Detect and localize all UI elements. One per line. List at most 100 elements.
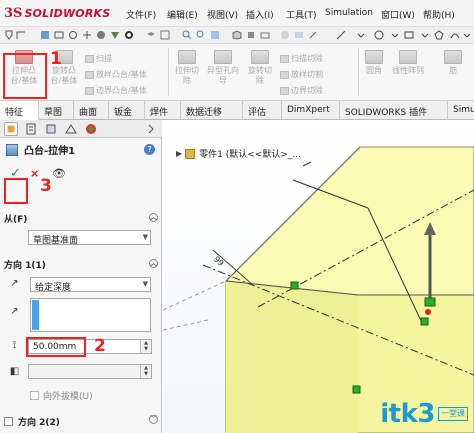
lofted-cut-button[interactable]: 放样切割 <box>280 69 323 80</box>
tab-data-migration[interactable]: 数据迁移 <box>181 101 243 120</box>
tab-dimxpert[interactable]: DimXpert <box>282 101 340 120</box>
sweep-button[interactable]: 扫描 <box>85 53 112 64</box>
pin-icon[interactable] <box>4 30 14 40</box>
zoom-icon[interactable] <box>182 30 192 40</box>
fillet-button[interactable]: 圆角 <box>361 48 387 76</box>
drag-handle[interactable] <box>290 281 299 290</box>
draft-outward-checkbox[interactable] <box>30 391 39 400</box>
boundary-boss-button[interactable]: 边界凸台/基体 <box>85 85 147 96</box>
preview-eye-icon[interactable]: 👁 <box>52 167 66 180</box>
display-manager-icon[interactable] <box>84 122 98 136</box>
side-face[interactable] <box>226 281 358 433</box>
drag-handle[interactable] <box>420 317 429 326</box>
draft-angle-input[interactable]: ▲ ▼ <box>28 364 152 379</box>
model-viewport[interactable]: 99 <box>163 120 474 433</box>
menu-tools[interactable]: 工具(T) <box>286 8 317 21</box>
direction-selection-box[interactable] <box>30 298 151 332</box>
menu-insert[interactable]: 插入(I) <box>246 8 274 21</box>
feature-title-text: 凸台-拉伸1 <box>24 146 76 157</box>
appearance-icon[interactable] <box>110 30 120 40</box>
menu-help[interactable]: 帮助(H) <box>423 8 455 21</box>
tab-features[interactable]: 特征 <box>0 101 39 120</box>
tab-sketch[interactable]: 草图 <box>39 101 74 120</box>
dropdown-icon[interactable] <box>390 30 400 40</box>
help-icon[interactable]: ? <box>144 144 155 155</box>
menu-simulation[interactable]: Simulation <box>325 8 373 18</box>
view-orientation-icon[interactable] <box>232 30 242 40</box>
sketch-line-icon[interactable] <box>336 30 346 40</box>
display-style-icon[interactable] <box>246 30 256 40</box>
property-icon[interactable] <box>54 30 64 40</box>
reverse-direction-icon[interactable]: ↗ <box>8 278 21 290</box>
configuration-manager-icon[interactable] <box>44 122 58 136</box>
revolve-cut-button[interactable]: 旋转切除 <box>244 48 276 86</box>
rectangle-icon[interactable] <box>404 30 414 40</box>
from-section-header[interactable]: 从(F) ︿ <box>4 212 158 226</box>
linear-pattern-button[interactable]: 线性阵列 <box>389 48 427 76</box>
graphics-area[interactable]: 99 <box>163 120 474 433</box>
extrude-cut-button[interactable]: 拉伸切除 <box>171 48 203 86</box>
chevron-right-icon[interactable] <box>146 122 156 136</box>
tab-weldments[interactable]: 焊件 <box>145 101 181 120</box>
zoom-area-icon[interactable] <box>196 30 206 40</box>
property-manager-icon[interactable] <box>24 122 38 136</box>
rib-button[interactable]: 筋 <box>440 48 466 76</box>
layers-icon[interactable] <box>146 30 156 40</box>
hole-wizard-button[interactable]: 异型孔向导 <box>205 48 241 86</box>
dropdown-icon[interactable] <box>462 30 472 40</box>
dimxpert-manager-icon[interactable] <box>64 122 78 136</box>
swept-cut-button[interactable]: 扫描切除 <box>280 53 323 64</box>
direction2-checkbox[interactable] <box>4 416 13 426</box>
feature-breadcrumb[interactable]: ▶ 零件1 (默认<<默认>_... <box>176 147 301 160</box>
direction2-section-header[interactable]: 方向 2(2) ﹀ <box>4 414 158 428</box>
draft-icon[interactable]: ◧ <box>8 366 21 378</box>
depth-spinner[interactable]: ▲ ▼ <box>140 340 151 353</box>
dropdown-icon[interactable] <box>420 30 430 40</box>
dropdown-icon[interactable] <box>356 30 366 40</box>
menu-view[interactable]: 视图(V) <box>207 8 238 21</box>
drag-handle[interactable] <box>352 385 361 394</box>
highlight-ok-button <box>4 178 28 204</box>
quick-access-toolbar <box>0 27 474 44</box>
collapse-icon[interactable]: ︿ <box>149 259 158 268</box>
part-icon <box>185 148 196 159</box>
feature-manager-icon[interactable] <box>4 122 18 136</box>
hide-show-icon[interactable] <box>260 30 270 40</box>
display-icon[interactable] <box>96 30 106 40</box>
menu-window[interactable]: 窗口(W) <box>381 8 415 21</box>
scene-icon[interactable] <box>294 30 304 40</box>
dim-expert-icon[interactable] <box>82 30 92 40</box>
chevron-down-icon: ▼ <box>142 280 148 288</box>
tab-simulation[interactable]: Simu <box>448 101 474 120</box>
draft-outward-row[interactable]: 向外拔模(U) <box>30 389 93 402</box>
end-condition-select[interactable]: 给定深度 ▼ <box>30 277 151 293</box>
boundary-cut-button[interactable]: 边界切除 <box>280 85 323 96</box>
grid-icon[interactable] <box>160 30 170 40</box>
direction1-section-header[interactable]: 方向 1(1) ︿ <box>4 258 158 272</box>
edit-appearance-icon[interactable] <box>308 30 318 40</box>
feature-tree-icon[interactable] <box>40 30 50 40</box>
polygon-icon[interactable] <box>434 30 444 40</box>
menu-file[interactable]: 文件(F) <box>126 8 156 21</box>
circle-icon[interactable] <box>374 30 384 40</box>
cancel-button[interactable]: × <box>30 167 39 180</box>
menu-edit[interactable]: 编辑(E) <box>167 8 198 21</box>
sketch-tool-icon[interactable] <box>16 30 26 40</box>
section-view-icon[interactable] <box>210 30 220 40</box>
triad-handle[interactable] <box>424 297 436 307</box>
tab-solidworks-addins[interactable]: SOLIDWORKS 插件 <box>340 101 448 120</box>
from-select[interactable]: 草图基准面 ▼ <box>28 230 151 246</box>
gear-icon[interactable] <box>124 30 134 40</box>
tab-evaluate[interactable]: 评估 <box>243 101 282 120</box>
tab-surfaces[interactable]: 曲面 <box>74 101 109 120</box>
expand-icon[interactable]: ﹀ <box>149 415 158 424</box>
spline-icon[interactable] <box>450 30 460 40</box>
draft-spinner[interactable]: ▲ ▼ <box>140 365 151 378</box>
config-icon[interactable] <box>68 30 78 40</box>
tab-sheet-metal[interactable]: 钣金 <box>109 101 145 120</box>
revolve-boss-label: 旋转凸台/基体 <box>50 66 78 85</box>
collapse-icon[interactable]: ︿ <box>149 213 158 222</box>
top-face[interactable] <box>224 146 474 296</box>
realview-icon[interactable] <box>280 30 290 40</box>
loft-button[interactable]: 放样凸台/基体 <box>85 69 147 80</box>
